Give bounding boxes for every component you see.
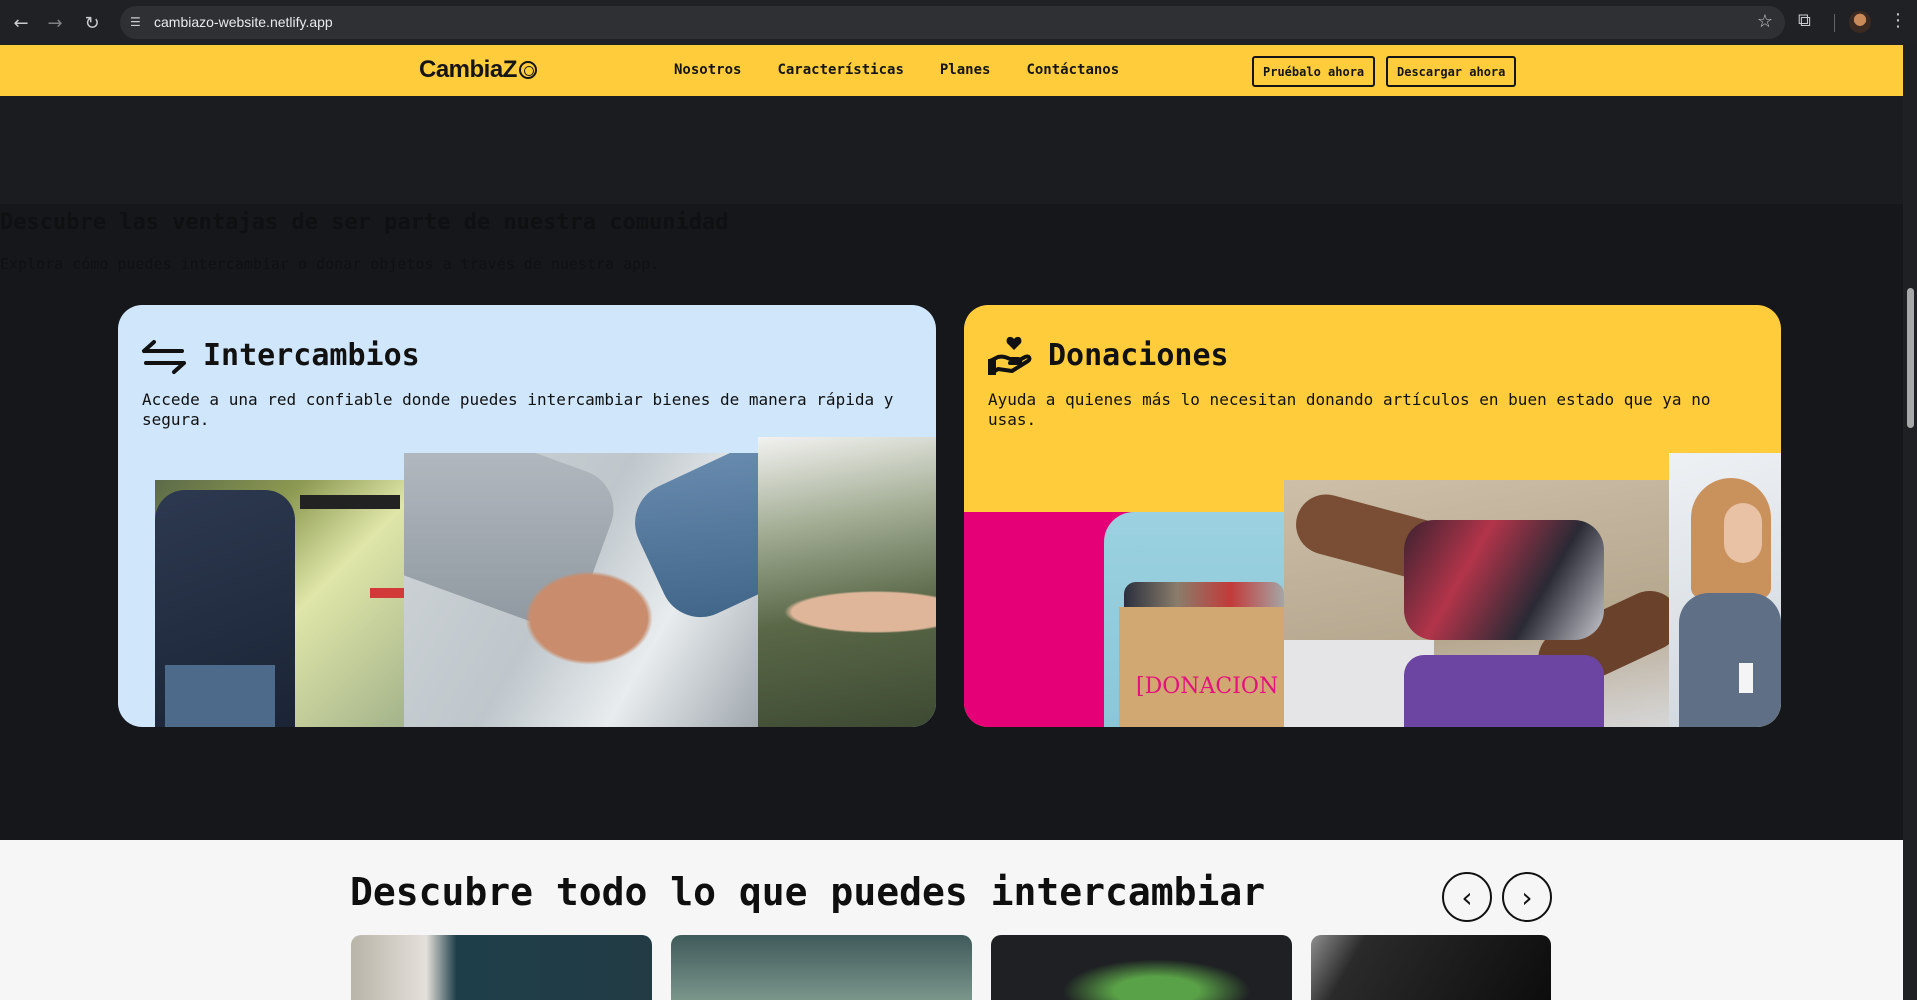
exchange-card-title: Intercambios [203,338,420,373]
swap-arrows-icon [142,340,186,374]
nav-item-contactanos[interactable]: Contáctanos [1026,62,1119,78]
toolbar-divider [1834,14,1835,32]
photo-volunteer [1669,453,1781,727]
scrollbar-thumb[interactable] [1907,288,1914,428]
photo-book-handover [155,480,405,727]
star-icon[interactable]: ☆ [1757,11,1773,32]
logo-ring-icon [518,61,537,79]
avatar[interactable] [1849,11,1871,33]
exchange-card-description: Accede a una red confiable donde puedes … [142,390,894,429]
photo-handshake [404,453,760,727]
carousel-prev-button[interactable]: ‹ [1442,872,1492,922]
hand-heart-icon [988,336,1032,375]
category-card[interactable] [671,935,972,1000]
photo-reaching-hand [758,437,936,727]
nav-item-nosotros[interactable]: Nosotros [674,62,741,78]
carousel-next-button[interactable]: › [1502,872,1552,922]
category-card[interactable] [351,935,652,1000]
donation-card[interactable]: Donaciones Ayuda a quienes más lo necesi… [964,305,1781,727]
donation-card-description: Ayuda a quienes más lo necesitan donando… [988,390,1711,429]
donation-box-label: [DONACION [1136,674,1279,699]
category-card[interactable] [991,935,1292,1000]
tune-icon[interactable]: ☰ [130,14,146,30]
photo-clothes-handover [1284,480,1674,727]
site-header: CambiaZ Nosotros Características Planes … [0,45,1903,96]
kebab-icon[interactable]: ⋮ [1889,10,1907,31]
try-now-button[interactable]: Pruébalo ahora [1252,56,1376,87]
logo-text: CambiaZ [419,56,517,83]
nav-item-planes[interactable]: Planes [940,62,991,78]
url-text[interactable]: cambiazo-website.netlify.app [154,14,333,30]
address-bar[interactable]: ☰ cambiazo-website.netlify.app ☆ [120,6,1785,39]
intro-title: Descubre las ventajas de ser parte de nu… [0,210,729,235]
arrow-right-icon[interactable]: → [43,11,67,35]
page-scrollbar[interactable] [1903,45,1917,1000]
photo-donation-box: [DONACION [964,512,1294,727]
reload-icon[interactable]: ↻ [80,11,104,35]
exchange-categories-section: Descubre todo lo que puedes intercambiar… [0,840,1903,1000]
download-now-button[interactable]: Descargar ahora [1386,56,1517,87]
donation-card-title: Donaciones [1048,338,1229,373]
category-card[interactable] [1311,935,1551,1000]
arrow-left-icon[interactable]: ← [9,11,33,35]
nav-item-caracteristicas[interactable]: Características [777,62,903,78]
hero-bottom-band [0,96,1903,204]
page-viewport: CambiaZ Nosotros Características Planes … [0,45,1903,1000]
exchange-card[interactable]: Intercambios Accede a una red confiable … [118,305,936,727]
logo[interactable]: CambiaZ [419,56,537,84]
browser-toolbar: ← → ↻ ☰ cambiazo-website.netlify.app ☆ ⧉… [0,0,1917,45]
main-nav: Nosotros Características Planes Contácta… [674,62,1119,78]
puzzle-icon[interactable]: ⧉ [1798,10,1811,31]
intro-subtitle: Explora cómo puedes intercambiar o donar… [0,255,660,273]
section-title: Descubre todo lo que puedes intercambiar [350,870,1266,914]
